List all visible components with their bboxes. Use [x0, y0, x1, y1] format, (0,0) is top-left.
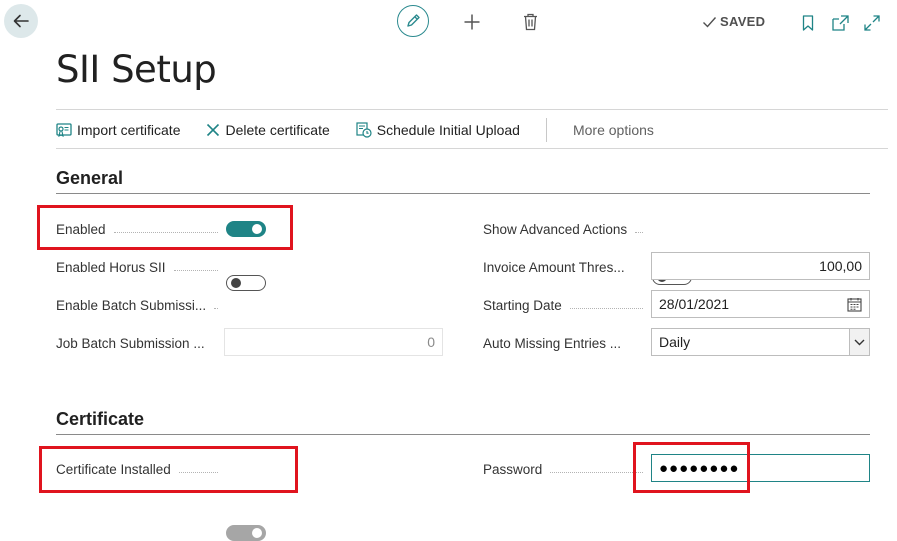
- open-new-window-button[interactable]: [831, 14, 849, 32]
- page-title: SII Setup: [56, 48, 217, 91]
- action-bar: Import certificate Delete certificate Sc…: [56, 118, 654, 142]
- delete-certificate-label: Delete certificate: [225, 122, 330, 138]
- action-separator: [545, 118, 547, 142]
- checkmark-icon: [703, 16, 717, 28]
- job-batch-submission-field[interactable]: 0: [224, 328, 443, 356]
- starting-date-field[interactable]: 28/01/2021: [651, 290, 870, 318]
- chevron-down-icon[interactable]: [849, 329, 869, 355]
- general-section-title[interactable]: General: [56, 168, 123, 189]
- auto-missing-entries-label: Auto Missing Entries ...: [483, 335, 622, 351]
- delete-certificate-button[interactable]: Delete certificate: [206, 122, 330, 138]
- back-button[interactable]: [4, 4, 38, 38]
- open-new-window-icon: [831, 15, 849, 31]
- bookmark-icon: [802, 15, 814, 31]
- enabled-label: Enabled: [56, 220, 226, 238]
- enabled-toggle[interactable]: [226, 221, 266, 237]
- enabled-horus-sii-toggle[interactable]: [226, 275, 266, 291]
- starting-date-label: Starting Date: [483, 296, 651, 314]
- schedule-upload-icon: [356, 122, 372, 138]
- bookmark-button[interactable]: [801, 14, 815, 32]
- password-field[interactable]: ●●●●●●●●: [651, 454, 870, 482]
- certificate-section-divider: [56, 434, 870, 435]
- pencil-icon: [407, 14, 420, 27]
- expand-icon: [864, 15, 880, 31]
- schedule-initial-upload-button[interactable]: Schedule Initial Upload: [356, 122, 520, 138]
- certificate-section-title[interactable]: Certificate: [56, 409, 144, 430]
- saved-label: SAVED: [720, 14, 766, 29]
- schedule-initial-upload-label: Schedule Initial Upload: [376, 122, 520, 138]
- auto-missing-entries-select[interactable]: Daily: [651, 328, 870, 356]
- invoice-amount-threshold-label: Invoice Amount Thres...: [483, 259, 625, 275]
- saved-status: SAVED: [702, 14, 765, 29]
- show-advanced-actions-label: Show Advanced Actions: [483, 220, 651, 238]
- password-value: ●●●●●●●●: [659, 459, 740, 477]
- job-batch-submission-label: Job Batch Submission ...: [56, 335, 205, 351]
- more-options-button[interactable]: More options: [573, 122, 654, 138]
- enable-batch-submission-label: Enable Batch Submissi...: [56, 296, 226, 314]
- invoice-amount-threshold-field[interactable]: 100,00: [651, 252, 870, 280]
- delete-button[interactable]: [521, 12, 539, 32]
- certificate-installed-label: Certificate Installed: [56, 460, 226, 478]
- plus-icon: [464, 14, 480, 30]
- password-label: Password: [483, 460, 651, 478]
- action-bar-top-divider: [56, 109, 888, 110]
- back-arrow-icon: [13, 14, 29, 28]
- close-x-icon: [207, 123, 220, 137]
- enabled-horus-sii-label: Enabled Horus SII: [56, 258, 226, 276]
- general-section-divider: [56, 193, 870, 194]
- certificate-installed-toggle: [226, 525, 266, 541]
- import-certificate-button[interactable]: Import certificate: [56, 122, 180, 138]
- import-certificate-label: Import certificate: [77, 122, 181, 138]
- action-bar-bottom-divider: [56, 148, 888, 149]
- import-certificate-icon: [56, 122, 72, 137]
- trash-icon: [523, 13, 537, 31]
- edit-button[interactable]: [397, 5, 429, 37]
- calendar-icon[interactable]: [847, 297, 862, 312]
- expand-button[interactable]: [863, 14, 881, 32]
- new-button[interactable]: [462, 12, 482, 32]
